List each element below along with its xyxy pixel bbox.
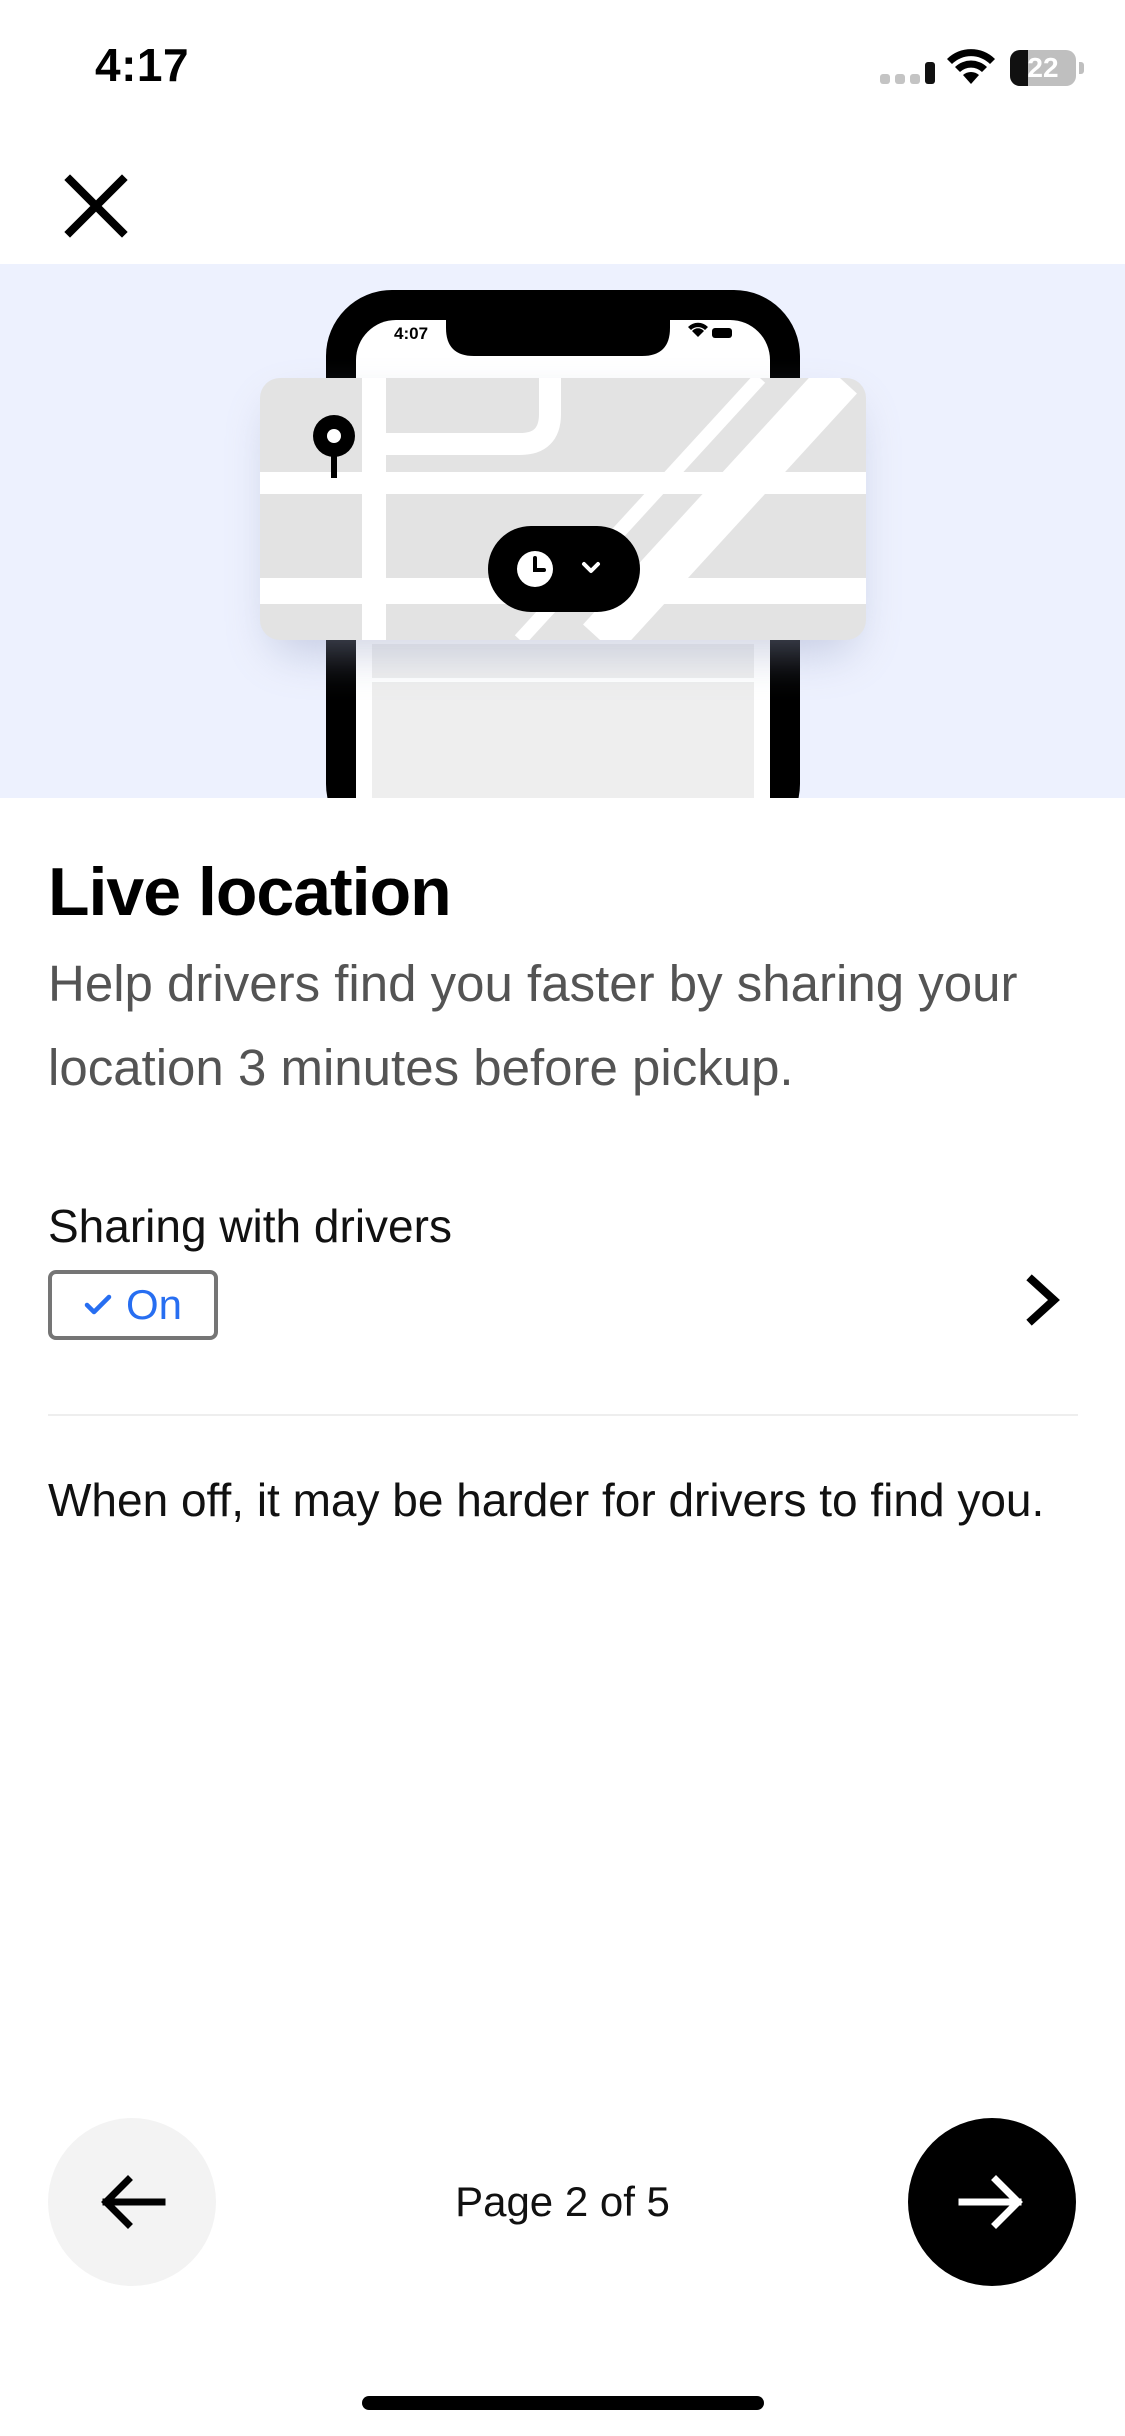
status-badge: On bbox=[48, 1270, 218, 1340]
home-indicator[interactable] bbox=[362, 2396, 764, 2410]
arrow-right-icon bbox=[958, 2175, 1023, 2229]
checkmark-icon bbox=[84, 1294, 112, 1315]
status-badge-label: On bbox=[125, 1281, 183, 1328]
divider bbox=[48, 1414, 1078, 1416]
page-subtitle: Help drivers find you faster by sharing … bbox=[48, 955, 1018, 1096]
status-bar: 4:17 22 bbox=[0, 0, 1125, 140]
wifi-icon bbox=[947, 49, 995, 84]
close-icon[interactable] bbox=[60, 170, 132, 242]
next-button[interactable] bbox=[908, 2118, 1076, 2286]
page-title: Live location bbox=[48, 854, 452, 930]
battery-level: 22 bbox=[1027, 52, 1059, 83]
signal-icon bbox=[880, 62, 935, 84]
time-selector-pill bbox=[488, 526, 640, 612]
phone-time: 4:07 bbox=[394, 324, 428, 343]
clock-icon bbox=[517, 551, 553, 587]
info-note: When off, it may be harder for drivers t… bbox=[48, 1474, 1045, 1526]
sharing-with-drivers-row[interactable]: Sharing with drivers On bbox=[48, 1186, 1078, 1356]
hero-illustration: 4:07 bbox=[0, 264, 1125, 798]
live-location-screen: 4:17 22 4:07 Live location Help drivers … bbox=[0, 0, 1125, 2436]
setting-label: Sharing with drivers bbox=[48, 1200, 452, 1252]
chevron-right-icon bbox=[1026, 1274, 1060, 1326]
battery-icon: 22 bbox=[1010, 50, 1084, 86]
status-time: 4:17 bbox=[95, 39, 190, 91]
phone-map-illustration: 4:07 bbox=[260, 290, 866, 798]
